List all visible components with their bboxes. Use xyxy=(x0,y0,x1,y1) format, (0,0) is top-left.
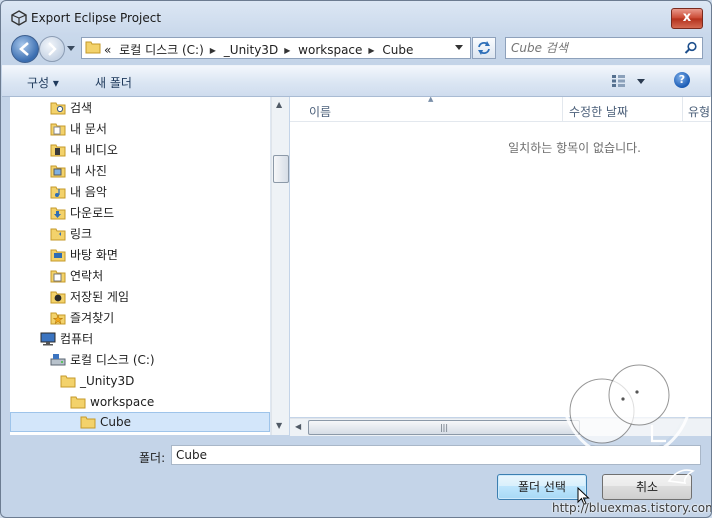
nav-item-label: 내 비디오 xyxy=(70,143,118,157)
nav-item-label: 내 음악 xyxy=(70,185,107,199)
breadcrumb-item-unity3d[interactable]: _Unity3D xyxy=(224,43,278,57)
dialog-window: Export Eclipse Project x « 로컬 디스크 (C:) ▶ … xyxy=(0,0,712,518)
select-folder-button[interactable]: 폴더 선택 xyxy=(497,474,587,500)
contacts-folder-icon xyxy=(50,270,66,283)
refresh-icon xyxy=(478,41,490,55)
folder-icon xyxy=(60,375,76,388)
help-button[interactable]: ? xyxy=(674,72,690,88)
nav-item-label: 링크 xyxy=(70,227,93,241)
column-divider[interactable] xyxy=(682,97,683,121)
scroll-up-icon[interactable]: ▲ xyxy=(276,100,282,109)
nav-item-label: 내 사진 xyxy=(70,164,107,178)
scroll-down-icon[interactable]: ▼ xyxy=(276,421,282,430)
folder-icon xyxy=(85,41,101,54)
folder-label: 폴더: xyxy=(139,451,166,465)
nav-item-label: Cube xyxy=(100,415,131,429)
empty-message: 일치하는 항목이 없습니다. xyxy=(508,141,641,155)
title-bar: Export Eclipse Project x xyxy=(1,1,711,33)
nav-item-label: _Unity3D xyxy=(80,374,135,388)
navigation-scrollbar[interactable]: ▲ ▼ xyxy=(271,97,289,435)
nav-item-label: 내 문서 xyxy=(70,122,107,136)
view-options-icon[interactable] xyxy=(611,74,647,88)
new-folder-button[interactable]: 새 폴더 xyxy=(95,74,132,91)
window-title: Export Eclipse Project xyxy=(31,11,162,25)
search-icon[interactable] xyxy=(684,41,698,55)
forward-button[interactable] xyxy=(39,36,65,62)
breadcrumb-item-cube[interactable]: Cube xyxy=(382,43,413,57)
scrollbar-thumb[interactable] xyxy=(273,155,289,183)
column-date-modified[interactable]: 수정한 날짜 xyxy=(569,103,628,120)
documents-folder-icon xyxy=(50,123,66,136)
nav-item-label: 저장된 게임 xyxy=(70,290,130,304)
folder-icon xyxy=(80,416,96,429)
help-icon: ? xyxy=(678,73,686,86)
address-bar[interactable]: « 로컬 디스크 (C:) ▶ _Unity3D ▶ workspace ▶ Cube xyxy=(81,37,471,59)
column-type[interactable]: 유형 xyxy=(688,103,710,120)
nav-item-cube[interactable]: Cube xyxy=(10,412,270,432)
navigation-pane[interactable]: 검색 내 문서 내 비디오 내 사진 내 음악 다운로드 링크 바탕 화면 연락… xyxy=(10,97,271,435)
arrow-left-icon xyxy=(19,42,29,56)
nav-item-label: 검색 xyxy=(70,101,93,115)
organize-button[interactable]: 구성 ▾ xyxy=(27,74,59,91)
folder-icon xyxy=(70,396,86,409)
pictures-folder-icon xyxy=(50,165,66,178)
breadcrumb: « 로컬 디스크 (C:) ▶ _Unity3D ▶ workspace ▶ Cube xyxy=(104,41,417,58)
breadcrumb-overflow[interactable]: « xyxy=(104,43,111,57)
folder-field[interactable] xyxy=(171,445,701,465)
scroll-left-icon[interactable]: ◀ xyxy=(295,422,301,431)
drive-icon xyxy=(50,354,66,366)
command-bar: 구성 ▾ 새 폴더 ? xyxy=(2,65,710,97)
saved-games-folder-icon xyxy=(50,291,66,304)
column-header-row: ▲ 이름 수정한 날짜 유형 xyxy=(290,97,711,122)
nav-item-label: 컴퓨터 xyxy=(60,332,94,346)
horizontal-scrollbar[interactable]: ◀ ||| xyxy=(290,418,711,436)
music-folder-icon xyxy=(50,186,66,199)
chevron-down-icon[interactable] xyxy=(454,44,464,52)
search-box xyxy=(505,37,703,59)
unity-app-icon xyxy=(11,10,27,26)
chevron-right-icon[interactable]: ▶ xyxy=(284,46,290,55)
nav-item-label: workspace xyxy=(90,395,155,409)
watermark-url: http://bluexmas.tistory.com/ xyxy=(552,501,712,515)
links-folder-icon xyxy=(50,228,66,241)
nav-item-label: 바탕 화면 xyxy=(70,248,118,262)
arrow-right-icon xyxy=(48,42,57,56)
computer-icon xyxy=(40,332,56,346)
favorites-folder-icon xyxy=(50,312,66,325)
videos-folder-icon xyxy=(50,144,66,157)
file-list[interactable]: ▲ 이름 수정한 날짜 유형 일치하는 항목이 없습니다. xyxy=(290,97,711,417)
downloads-folder-icon xyxy=(50,207,66,220)
breadcrumb-item-workspace[interactable]: workspace xyxy=(298,43,362,57)
nav-item-label: 로컬 디스크 (C:) xyxy=(70,353,155,367)
desktop-folder-icon xyxy=(50,249,66,262)
close-button[interactable]: x xyxy=(671,8,703,29)
nav-item-label: 즐겨찾기 xyxy=(70,311,115,325)
sort-ascending-icon: ▲ xyxy=(428,97,434,103)
back-button[interactable] xyxy=(11,35,39,63)
column-divider[interactable] xyxy=(562,97,563,121)
chevron-right-icon[interactable]: ▶ xyxy=(368,46,374,55)
recent-pages-dropdown-icon[interactable] xyxy=(66,41,76,55)
refresh-button[interactable] xyxy=(472,37,496,59)
search-input[interactable] xyxy=(511,40,681,55)
nav-item-label: 다운로드 xyxy=(70,206,115,220)
close-icon: x xyxy=(682,10,692,25)
cancel-button[interactable]: 취소 xyxy=(602,474,692,500)
search-folder-icon xyxy=(50,102,66,115)
column-name[interactable]: 이름 xyxy=(309,103,331,120)
nav-item-label: 연락처 xyxy=(70,269,104,283)
breadcrumb-item-local-disk[interactable]: 로컬 디스크 (C:) xyxy=(119,43,204,57)
scrollbar-thumb[interactable]: ||| xyxy=(308,420,580,435)
chevron-right-icon[interactable]: ▶ xyxy=(210,46,216,55)
